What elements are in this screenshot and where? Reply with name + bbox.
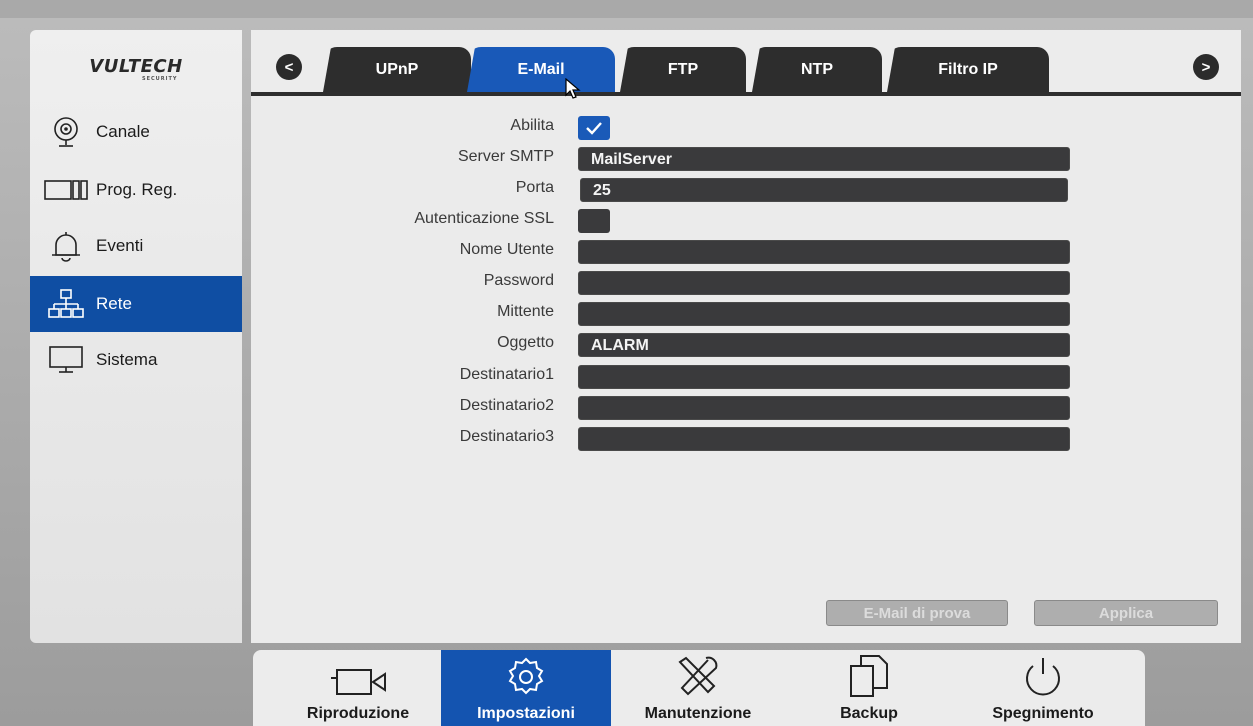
checkmark-icon	[586, 122, 602, 135]
destinatario3-label: Destinatario3	[459, 428, 554, 445]
tab-ftp[interactable]: FTP	[620, 47, 746, 92]
destinatario3-field[interactable]	[578, 427, 1070, 451]
row-destinatario1: Destinatario1	[251, 363, 1241, 391]
row-abilita: Abilita	[251, 114, 1241, 142]
recording-schedule-icon	[44, 172, 88, 208]
sidebar-item-label: Canale	[96, 122, 150, 141]
sidebar-item-canale[interactable]: Canale	[30, 104, 242, 160]
oggetto-field[interactable]: ALARM	[578, 333, 1070, 357]
destinatario1-label: Destinatario1	[459, 366, 554, 383]
tab-scroll-left-button[interactable]: <	[276, 54, 302, 80]
tab-filtro-ip[interactable]: Filtro IP	[887, 47, 1049, 92]
dock-item-label: Backup	[840, 705, 898, 722]
tab-bar: < UPnP E-Mail FTP NTP Filtro IP >	[251, 30, 1241, 96]
mittente-field[interactable]	[578, 302, 1070, 326]
sidebar-item-label: Sistema	[96, 350, 158, 369]
tab-label: FTP	[667, 60, 699, 78]
bottom-dock: Riproduzione Impostazioni Manutenzione B…	[253, 650, 1145, 726]
tab-label: E-Mail	[517, 60, 565, 78]
tools-icon	[670, 650, 726, 698]
sidebar-item-eventi[interactable]: Eventi	[30, 218, 242, 274]
row-destinatario2: Destinatario2	[251, 394, 1241, 422]
tab-ntp[interactable]: NTP	[752, 47, 882, 92]
sidebar-item-label: Prog. Reg.	[96, 180, 178, 199]
tab-upnp[interactable]: UPnP	[323, 47, 471, 92]
ssl-label: Autenticazione SSL	[414, 210, 554, 227]
oggetto-label: Oggetto	[497, 334, 554, 351]
sidebar-item-label: Eventi	[96, 236, 144, 255]
ssl-checkbox[interactable]	[578, 209, 610, 233]
dock-item-manutenzione[interactable]: Manutenzione	[615, 650, 781, 726]
dock-item-riproduzione[interactable]: Riproduzione	[277, 650, 439, 726]
dock-item-spegnimento[interactable]: Spegnimento	[959, 650, 1127, 726]
nome-utente-field[interactable]	[578, 240, 1070, 264]
dock-item-label: Riproduzione	[306, 705, 410, 722]
tab-email[interactable]: E-Mail	[467, 47, 615, 92]
sidebar-item-sistema[interactable]: Sistema	[30, 332, 242, 388]
tab-label: NTP	[801, 60, 833, 78]
row-destinatario3: Destinatario3	[251, 425, 1241, 453]
mouse-cursor-icon	[565, 78, 581, 99]
mittente-label: Mittente	[497, 303, 554, 320]
row-ssl: Autenticazione SSL	[251, 207, 1241, 235]
network-icon	[44, 286, 88, 322]
destinatario2-field[interactable]	[578, 396, 1070, 420]
row-porta: Porta 25	[251, 176, 1241, 204]
dock-item-label: Manutenzione	[644, 705, 752, 722]
tab-label: UPnP	[375, 60, 419, 78]
row-oggetto: Oggetto ALARM	[251, 331, 1241, 359]
backup-files-icon	[845, 650, 893, 698]
tab-scroll-right-button[interactable]: >	[1193, 54, 1219, 80]
logo-subtext: SECURITY	[142, 76, 178, 82]
dock-item-impostazioni[interactable]: Impostazioni	[441, 650, 611, 726]
apply-button[interactable]: Applica	[1034, 600, 1218, 626]
porta-label: Porta	[515, 179, 554, 196]
dock-item-backup[interactable]: Backup	[789, 650, 949, 726]
tab-label: Filtro IP	[938, 60, 998, 78]
sidebar-item-prog-reg[interactable]: Prog. Reg.	[30, 162, 242, 218]
server-smtp-field[interactable]: MailServer	[578, 147, 1070, 171]
abilita-label: Abilita	[510, 117, 554, 134]
video-camera-icon	[323, 650, 393, 698]
monitor-icon	[44, 342, 88, 378]
screen-border	[0, 0, 1253, 18]
chevron-right-icon: >	[1201, 58, 1211, 76]
dock-item-label: Spegnimento	[992, 705, 1094, 722]
nome-utente-label: Nome Utente	[459, 241, 554, 258]
sidebar-item-label: Rete	[96, 294, 132, 313]
sidebar: VULTECH SECURITY Canale Prog. Reg. Event…	[30, 30, 242, 643]
settings-panel: < UPnP E-Mail FTP NTP Filtro IP > Abilit…	[251, 30, 1241, 643]
bell-icon	[44, 228, 88, 264]
password-field[interactable]	[578, 271, 1070, 295]
row-mittente: Mittente	[251, 300, 1241, 328]
logo-text: VULTECH	[89, 55, 183, 77]
abilita-checkbox[interactable]	[578, 116, 610, 140]
brand-logo: VULTECH SECURITY	[30, 30, 242, 102]
test-email-button[interactable]: E-Mail di prova	[826, 600, 1008, 626]
server-smtp-label: Server SMTP	[457, 148, 554, 165]
sidebar-item-rete[interactable]: Rete	[30, 276, 242, 332]
row-server-smtp: Server SMTP MailServer	[251, 145, 1241, 173]
power-icon	[1021, 650, 1065, 698]
porta-field[interactable]: 25	[580, 178, 1068, 202]
destinatario1-field[interactable]	[578, 365, 1070, 389]
camera-icon	[44, 114, 88, 150]
password-label: Password	[483, 272, 554, 289]
row-nome-utente: Nome Utente	[251, 238, 1241, 266]
destinatario2-label: Destinatario2	[459, 397, 554, 414]
settings-gear-icon	[501, 650, 551, 698]
chevron-left-icon: <	[284, 58, 294, 76]
dock-item-label: Impostazioni	[477, 705, 575, 722]
row-password: Password	[251, 269, 1241, 297]
